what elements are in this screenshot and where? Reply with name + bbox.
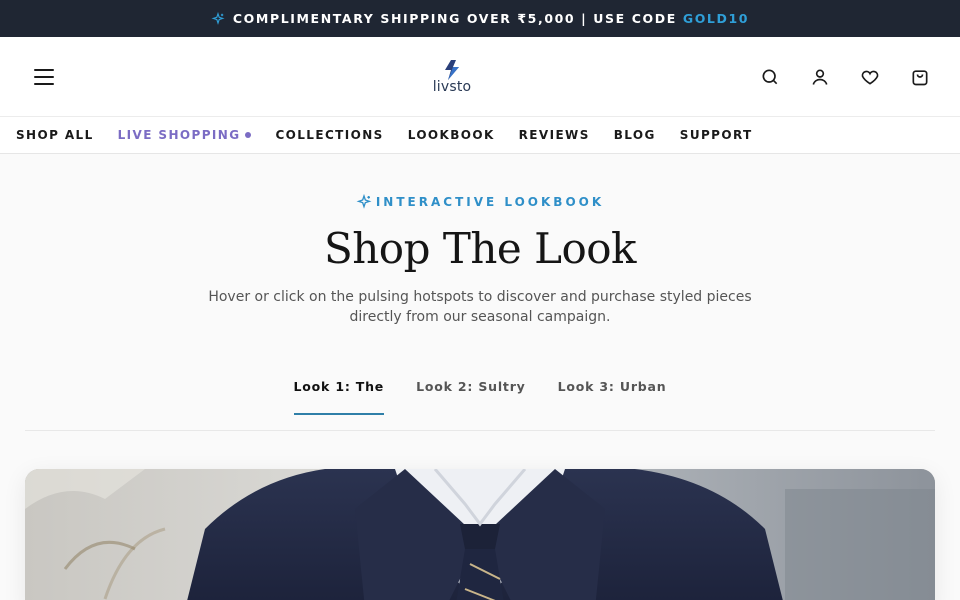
site-header: livsto xyxy=(0,37,960,117)
logo-bolt-icon xyxy=(445,59,459,80)
promo-code: GOLD10 xyxy=(682,11,750,26)
nav-live-shopping[interactable]: LIVE SHOPPING xyxy=(118,128,252,142)
tab-look-3[interactable]: Look 3: Urban xyxy=(558,375,667,431)
tab-look-1[interactable]: Look 1: The xyxy=(293,375,385,431)
promo-bar: COMPLIMENTARY SHIPPING OVER ₹5,000 | USE… xyxy=(0,0,960,37)
logo-wordmark: livsto xyxy=(432,78,472,95)
nav-blog[interactable]: BLOG xyxy=(614,128,656,142)
eyebrow: INTERACTIVE LOOKBOOK xyxy=(356,194,604,210)
look-tabs: Look 1: The Look 2: Sultry Look 3: Urban xyxy=(25,375,935,431)
lookbook-image[interactable] xyxy=(25,469,935,600)
user-icon[interactable] xyxy=(810,67,830,87)
nav-shop-all[interactable]: SHOP ALL xyxy=(16,128,94,142)
site-logo[interactable]: livsto xyxy=(433,59,472,95)
page-title: Shop The Look xyxy=(323,224,637,273)
menu-icon[interactable] xyxy=(34,68,54,85)
sparkle-icon xyxy=(356,194,372,209)
heart-icon[interactable] xyxy=(860,67,880,87)
live-indicator-dot xyxy=(245,132,252,138)
nav-lookbook[interactable]: LOOKBOOK xyxy=(408,128,495,142)
sparkle-icon xyxy=(211,11,225,26)
search-icon[interactable] xyxy=(760,67,780,87)
main-nav: SHOP ALL LIVE SHOPPING COLLECTIONS LOOKB… xyxy=(0,117,960,154)
page-subtitle: Hover or click on the pulsing hotspots t… xyxy=(208,289,752,325)
lookbook-photo-illustration xyxy=(25,469,935,600)
eyebrow-text: INTERACTIVE LOOKBOOK xyxy=(375,195,605,209)
lookbook-hero: INTERACTIVE LOOKBOOK Shop The Look Hover… xyxy=(0,154,960,327)
bag-icon[interactable] xyxy=(910,67,930,87)
nav-live-shopping-label: LIVE SHOPPING xyxy=(117,128,241,142)
tab-look-2[interactable]: Look 2: Sultry xyxy=(416,375,526,431)
nav-reviews[interactable]: REVIEWS xyxy=(519,128,590,142)
nav-collections[interactable]: COLLECTIONS xyxy=(275,128,383,142)
nav-support[interactable]: SUPPORT xyxy=(680,128,753,142)
promo-text: COMPLIMENTARY SHIPPING OVER ₹5,000 | USE… xyxy=(232,11,677,26)
